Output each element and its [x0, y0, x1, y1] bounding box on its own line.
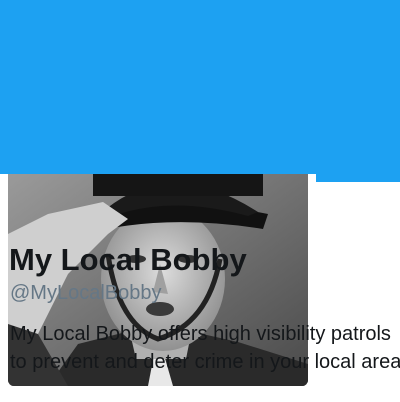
profile-display-name[interactable]: My Local Bobby	[9, 242, 247, 278]
profile-handle[interactable]: @MyLocalBobby	[10, 282, 161, 305]
profile-bio: My Local Bobby offers high visibility pa…	[10, 323, 400, 373]
profile-banner[interactable]	[0, 0, 400, 182]
